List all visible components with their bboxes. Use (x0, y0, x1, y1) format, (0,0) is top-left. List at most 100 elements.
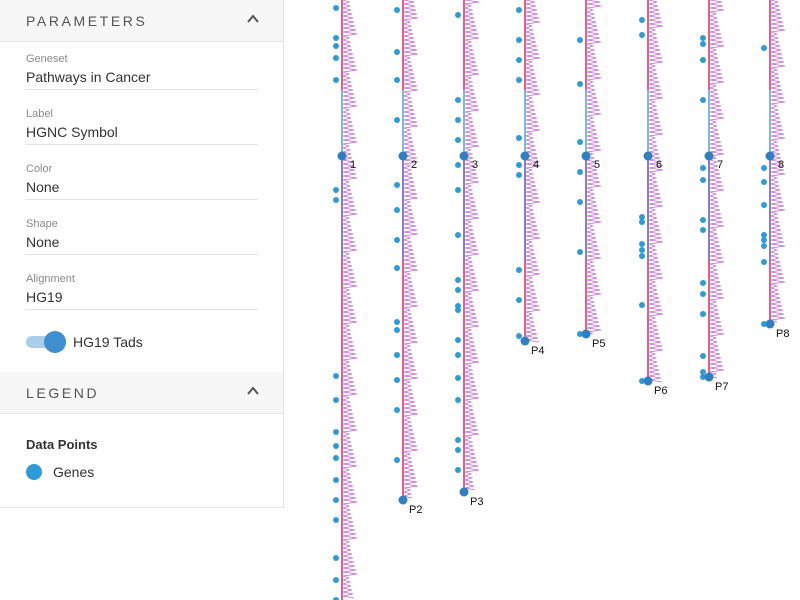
tad-zigzag (341, 0, 358, 599)
gene-point (516, 297, 522, 303)
gene-point (516, 77, 522, 83)
gene-point (394, 207, 400, 213)
shape-field[interactable]: Shape None (26, 218, 258, 255)
gene-point (455, 137, 461, 143)
centromere-marker (643, 151, 653, 161)
gene-point (700, 165, 706, 171)
alignment-label: Alignment (26, 273, 75, 285)
gene-point (394, 49, 400, 55)
parameters-title: PARAMETERS (26, 13, 148, 29)
gene-point (333, 373, 339, 379)
parameters-header[interactable]: PARAMETERS (0, 0, 283, 42)
gene-point (455, 287, 461, 293)
gene-point (516, 135, 522, 141)
gene-point (455, 437, 461, 443)
gene-point (761, 179, 767, 185)
gene-point (700, 97, 706, 103)
gene-point (455, 162, 461, 168)
gene-point (516, 7, 522, 13)
alignment-field[interactable]: Alignment HG19 (26, 273, 258, 310)
gene-point (333, 577, 339, 583)
gene-point (455, 187, 461, 193)
geneset-value[interactable]: Pathways in Cancer (26, 69, 151, 85)
gene-point (394, 407, 400, 413)
gene-point (639, 241, 645, 247)
gene-point (700, 280, 706, 286)
gene-point (333, 477, 339, 483)
gene-point (455, 232, 461, 238)
gene-point (333, 555, 339, 561)
gene-point (455, 117, 461, 123)
gene-point (700, 177, 706, 183)
gene-point (516, 57, 522, 63)
gene-point (394, 237, 400, 243)
genes-legend-dot (26, 464, 42, 480)
tad-zigzag (524, 0, 541, 343)
arm-label: P3 (470, 496, 483, 508)
shape-value[interactable]: None (26, 234, 59, 250)
gene-point (333, 455, 339, 461)
hg19-tads-label: HG19 Tads (73, 334, 143, 350)
arm-label: P6 (654, 385, 667, 397)
centromere-marker (520, 151, 530, 161)
gene-point (639, 17, 645, 23)
color-value[interactable]: None (26, 179, 59, 195)
geneset-label: Geneset (26, 53, 68, 65)
geneset-field[interactable]: Geneset Pathways in Cancer (26, 53, 258, 90)
alignment-value[interactable]: HG19 (26, 289, 63, 305)
legend-header[interactable]: LEGEND (0, 372, 283, 414)
toggle-knob[interactable] (44, 331, 66, 353)
legend-heading: Data Points (26, 437, 98, 452)
gene-point (700, 57, 706, 63)
gene-point (761, 45, 767, 51)
gene-point (700, 227, 706, 233)
gene-point (455, 97, 461, 103)
centromere-marker (337, 151, 347, 161)
chromosome-label: 2 (411, 159, 417, 171)
centromere-marker (765, 151, 775, 161)
gene-point (577, 199, 583, 205)
gene-point (455, 467, 461, 473)
tad-zigzag (463, 0, 480, 491)
chevron-up-icon[interactable] (245, 11, 261, 27)
gene-point (516, 172, 522, 178)
arm-label: P5 (592, 338, 605, 350)
gene-point (700, 35, 706, 41)
gene-point (761, 202, 767, 208)
gene-point (516, 162, 522, 168)
gene-point (394, 352, 400, 358)
gene-point (639, 253, 645, 259)
chevron-up-icon[interactable] (245, 383, 261, 399)
gene-point (455, 447, 461, 453)
gene-point (577, 169, 583, 175)
gene-point (455, 307, 461, 313)
gene-point (333, 77, 339, 83)
color-field[interactable]: Color None (26, 163, 258, 200)
gene-point (394, 7, 400, 13)
centromere-marker (581, 151, 591, 161)
arm-end-marker (520, 336, 530, 346)
chromosome-label: 4 (533, 159, 539, 171)
label-value[interactable]: HGNC Symbol (26, 124, 118, 140)
arm-end-marker (581, 329, 591, 339)
tad-zigzag (402, 0, 419, 499)
gene-point (761, 165, 767, 171)
gene-point (394, 265, 400, 271)
gene-point (333, 43, 339, 49)
chromosome-label: 5 (594, 159, 600, 171)
centromere-marker (459, 151, 469, 161)
tad-zigzag (647, 0, 664, 383)
gene-point (639, 32, 645, 38)
label-field[interactable]: Label HGNC Symbol (26, 108, 258, 145)
gene-point (394, 117, 400, 123)
gene-point (333, 35, 339, 41)
shape-label: Shape (26, 218, 58, 230)
gene-point (700, 41, 706, 47)
chromosome-visualization[interactable]: 1 2 P2 3 P3 4 P4 5 P5 6 P6 7 P7 8 P8 (284, 0, 800, 600)
gene-point (700, 217, 706, 223)
gene-point (577, 37, 583, 43)
hg19-tads-toggle[interactable] (26, 331, 66, 353)
color-label: Color (26, 163, 53, 175)
gene-point (333, 443, 339, 449)
gene-point (639, 247, 645, 253)
